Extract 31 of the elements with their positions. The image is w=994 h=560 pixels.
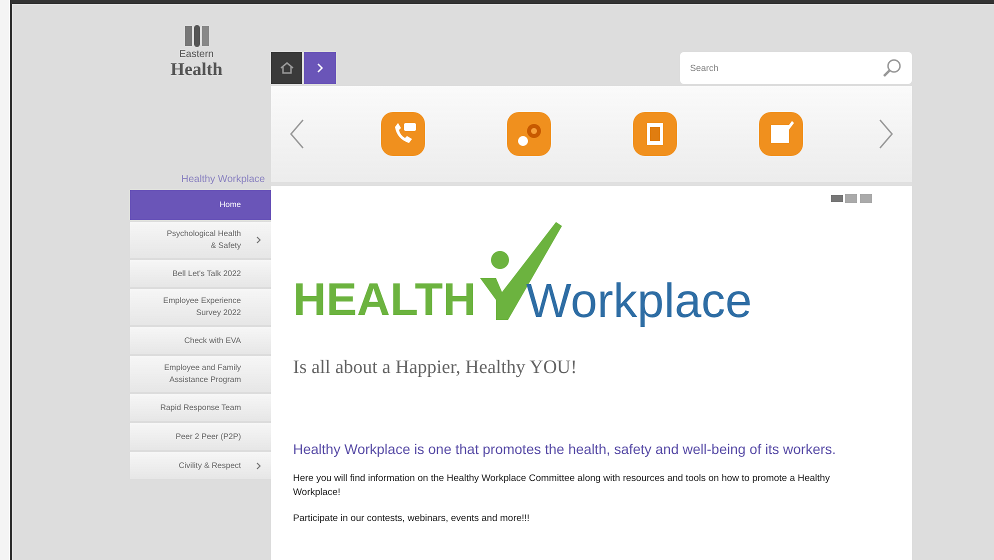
home-button[interactable] (271, 52, 302, 84)
chevron-right-icon[interactable] (878, 119, 894, 149)
sidebar-item[interactable]: Employee Experience Survey 2022 (130, 289, 271, 325)
logo-text: HEALTH (293, 276, 476, 322)
chevron-right-icon (256, 236, 261, 244)
logo-text: Eastern (179, 50, 214, 60)
sidebar-item[interactable]: Home (130, 190, 271, 220)
sidebar-item[interactable]: Employee and Family Assistance Program (130, 356, 271, 392)
chevron-right-icon (256, 462, 261, 470)
home-icon (280, 62, 294, 74)
paragraph: Here you will find information on the Healthy Workplace Committee along with resources and tools on how to promote a Healthy Workplace! (293, 472, 831, 500)
logo-icon (184, 24, 210, 48)
clipboard-icon[interactable] (632, 111, 678, 157)
tagline: Is all about a Happier, Healthy YOU! (293, 356, 578, 380)
sidebar-item[interactable]: Psychological Health & Safety (130, 222, 271, 258)
chevron-right-icon (317, 63, 323, 73)
search-icon[interactable] (882, 58, 902, 78)
search-field[interactable]: Search (680, 52, 912, 84)
section-title: Healthy Workplace (181, 172, 265, 186)
lead-text: Healthy Workplace is one that promotes the health, safety and well-being of its workers. (293, 440, 837, 459)
sidebar-item[interactable]: Civility & Respect (130, 452, 271, 479)
sidebar-item[interactable]: Bell Let's Talk 2022 (130, 260, 271, 287)
chevron-left-icon[interactable] (289, 119, 305, 149)
sidebar-item[interactable]: Rapid Response Team (130, 394, 271, 421)
logo-text: Workplace (526, 278, 752, 326)
notepad-icon[interactable] (758, 111, 804, 157)
phone-icon[interactable] (380, 111, 426, 157)
logo-text: Health (170, 60, 222, 78)
paragraph: Participate in our contests, webinars, events and more!!! (293, 512, 531, 526)
sidebar-item[interactable]: Check with EVA (130, 327, 271, 354)
sidebar-item[interactable]: Peer 2 Peer (P2P) (130, 423, 271, 450)
